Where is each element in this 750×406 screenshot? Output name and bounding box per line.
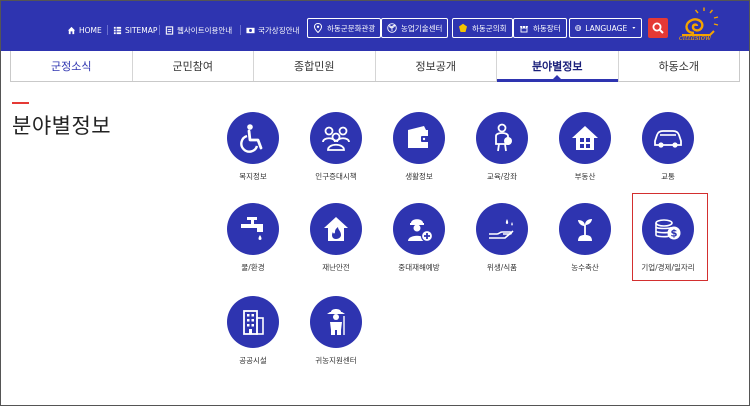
wallet-icon bbox=[408, 126, 430, 148]
agri-center-button[interactable]: 농업기술센터 bbox=[381, 18, 449, 38]
sprout-icon bbox=[387, 23, 397, 33]
national-symbol-link[interactable]: 국가상징안내 bbox=[246, 23, 299, 37]
market-label: 하동장터 bbox=[533, 23, 561, 33]
emblem-icon bbox=[459, 23, 467, 32]
category-label: 복지정보 bbox=[239, 172, 267, 181]
category-return-farm-center[interactable]: 귀농지원센터 bbox=[301, 296, 371, 366]
search-icon bbox=[652, 22, 664, 34]
category-label: 재난안전 bbox=[322, 263, 350, 272]
category-disaster-safety[interactable]: 재난안전 bbox=[301, 203, 371, 273]
main-nav: 군정소식 군민참여 종합민원 정보공개 분야별정보 하동소개 bbox=[10, 51, 740, 82]
category-agriculture[interactable]: 농수축산 bbox=[550, 203, 620, 273]
nav-item-news[interactable]: 군정소식 bbox=[11, 51, 133, 81]
nav-item-participation[interactable]: 군민참여 bbox=[133, 51, 254, 81]
category-accident-prevention[interactable]: 중대재해예방 bbox=[384, 203, 454, 273]
culture-tourism-button[interactable]: 하동군문화관광 bbox=[307, 18, 382, 38]
agri-center-label: 농업기술센터 bbox=[401, 23, 443, 33]
category-circle bbox=[393, 203, 445, 255]
site-guide-label: 웹사이트이용안내 bbox=[177, 25, 233, 35]
category-circle bbox=[310, 112, 362, 164]
divider bbox=[240, 25, 241, 35]
farmer-icon bbox=[327, 309, 345, 335]
category-label: 교통 bbox=[661, 172, 675, 181]
title-accent-bar bbox=[12, 102, 29, 104]
worker-plus-icon bbox=[408, 219, 434, 243]
category-circle bbox=[559, 112, 611, 164]
category-real-estate[interactable]: 부동산 bbox=[550, 112, 620, 182]
national-symbol-label: 국가상징안내 bbox=[258, 25, 300, 35]
category-circle bbox=[227, 203, 279, 255]
logo-text: cittaslow bbox=[679, 34, 711, 42]
divider bbox=[107, 25, 108, 35]
category-label: 물/환경 bbox=[241, 263, 265, 272]
fire-house-icon bbox=[324, 217, 348, 241]
home-link[interactable]: HOME bbox=[67, 23, 102, 37]
category-circle bbox=[310, 296, 362, 348]
category-circle bbox=[476, 203, 528, 255]
category-welfare[interactable]: 복지정보 bbox=[218, 112, 288, 182]
category-label: 귀농지원센터 bbox=[315, 356, 357, 365]
student-icon bbox=[495, 123, 512, 152]
council-label: 하동군의회 bbox=[472, 23, 507, 33]
council-button[interactable]: 하동군의회 bbox=[452, 18, 513, 38]
category-circle bbox=[559, 203, 611, 255]
category-circle bbox=[227, 296, 279, 348]
category-circle bbox=[227, 112, 279, 164]
selection-highlight bbox=[632, 193, 708, 281]
divider bbox=[159, 25, 160, 35]
category-circle bbox=[476, 112, 528, 164]
category-label: 위생/식품 bbox=[486, 263, 518, 272]
category-water-environment[interactable]: 물/환경 bbox=[218, 203, 288, 273]
category-population[interactable]: 인구증대시책 bbox=[301, 112, 371, 182]
location-pin-icon bbox=[313, 23, 323, 33]
home-icon bbox=[67, 26, 76, 34]
building-icon bbox=[243, 310, 264, 335]
home-label: HOME bbox=[79, 25, 102, 35]
search-button[interactable] bbox=[648, 18, 668, 38]
category-label: 중대재해예방 bbox=[398, 263, 440, 272]
house-icon bbox=[572, 126, 598, 150]
page-title: 분야별정보 bbox=[12, 114, 112, 138]
sitemap-label: SITEMAP bbox=[125, 25, 158, 35]
category-transport[interactable]: 교통 bbox=[633, 112, 703, 182]
category-label: 공공시설 bbox=[239, 356, 267, 365]
nav-item-field-info[interactable]: 분야별정보 bbox=[497, 51, 619, 82]
top-bar: HOME SITEMAP 웹사이트이용안내 국가상징안내 하동군문화관광 농업기… bbox=[1, 1, 749, 51]
wheelchair-icon bbox=[240, 124, 263, 153]
nav-item-info-disclosure[interactable]: 정보공개 bbox=[376, 51, 497, 81]
nav-item-civil-service[interactable]: 종합민원 bbox=[254, 51, 376, 81]
faucet-icon bbox=[241, 217, 263, 240]
market-button[interactable]: 하동장터 bbox=[513, 18, 567, 38]
category-hygiene-food[interactable]: 위생/식품 bbox=[467, 203, 537, 273]
market-icon bbox=[520, 26, 528, 33]
category-circle bbox=[393, 112, 445, 164]
culture-tourism-label: 하동군문화관광 bbox=[327, 23, 376, 33]
category-label: 인구증대시책 bbox=[315, 172, 357, 181]
category-living[interactable]: 생활정보 bbox=[384, 112, 454, 182]
category-education[interactable]: 교육/강좌 bbox=[467, 112, 537, 182]
site-guide-link[interactable]: 웹사이트이용안내 bbox=[165, 23, 232, 37]
plant-icon bbox=[578, 219, 592, 241]
nav-item-about-hadong[interactable]: 하동소개 bbox=[619, 51, 740, 81]
document-icon bbox=[165, 25, 174, 35]
category-circle bbox=[642, 112, 694, 164]
category-label: 생활정보 bbox=[405, 172, 433, 181]
sitemap-link[interactable]: SITEMAP bbox=[113, 23, 157, 37]
globe-icon bbox=[575, 25, 582, 31]
category-circle bbox=[310, 203, 362, 255]
car-icon bbox=[654, 130, 682, 148]
people-group-icon bbox=[322, 126, 350, 151]
language-label: LANGUAGE bbox=[585, 23, 628, 33]
category-label: 부동산 bbox=[574, 172, 596, 181]
category-label: 농수축산 bbox=[571, 263, 599, 272]
flag-icon bbox=[246, 27, 255, 33]
language-select[interactable]: LANGUAGE bbox=[569, 18, 642, 38]
category-label: 교육/강좌 bbox=[486, 172, 518, 181]
sitemap-icon bbox=[113, 26, 122, 34]
hand-wash-icon bbox=[489, 219, 514, 239]
caret-down-icon bbox=[632, 27, 636, 29]
category-public-facilities[interactable]: 공공시설 bbox=[218, 296, 288, 366]
